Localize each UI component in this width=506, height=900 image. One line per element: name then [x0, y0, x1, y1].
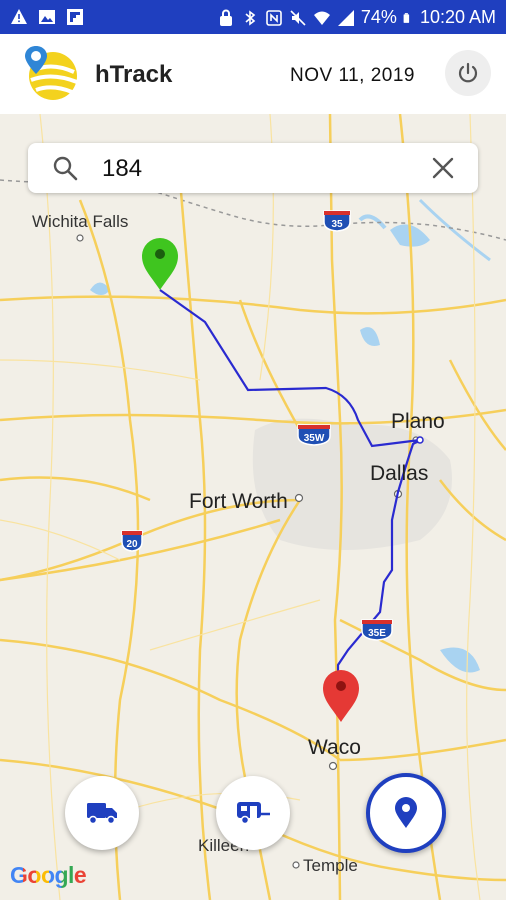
- power-button[interactable]: [445, 50, 491, 96]
- map-label-waco: Waco: [308, 736, 361, 759]
- app-bar: hTrack NOV 11, 2019: [0, 34, 506, 114]
- flipboard-icon: [67, 9, 83, 25]
- interstate-35w-shield: 35W: [296, 424, 332, 446]
- battery-percent: 74%: [360, 7, 397, 27]
- power-icon: [458, 62, 478, 83]
- interstate-35-shield: 35: [322, 210, 352, 232]
- interstate-35e-shield: 35E: [360, 619, 394, 641]
- clock: 10:20 AM: [419, 7, 496, 27]
- svg-text:35E: 35E: [368, 628, 386, 639]
- trailer-button[interactable]: [216, 776, 290, 850]
- map-label-plano: Plano: [391, 410, 445, 433]
- search-input[interactable]: [100, 152, 424, 186]
- interstate-20-shield: 20: [120, 530, 144, 552]
- system-icons: 74% 10:20 AM: [217, 7, 496, 28]
- truck-button[interactable]: [65, 776, 139, 850]
- city-dot-fort-worth: [294, 493, 304, 503]
- signal-icon: [337, 9, 354, 26]
- location-button[interactable]: [366, 773, 446, 853]
- battery-icon: [403, 12, 410, 23]
- mute-icon: [290, 9, 306, 26]
- warning-icon: [11, 9, 27, 24]
- search-bar: [28, 143, 478, 193]
- svg-text:35: 35: [331, 219, 343, 230]
- bluetooth-icon: [245, 9, 256, 26]
- search-icon[interactable]: [52, 155, 78, 181]
- route-waypoint: [416, 436, 424, 444]
- city-dot-temple: [292, 861, 300, 869]
- city-dot-waco: [328, 761, 338, 771]
- river: [418, 198, 491, 262]
- svg-text:35W: 35W: [304, 433, 325, 444]
- end-pin[interactable]: [323, 670, 359, 722]
- map-label-temple: Temple: [303, 856, 358, 875]
- current-date: NOV 11, 2019: [290, 65, 416, 86]
- start-pin[interactable]: [142, 238, 178, 290]
- nfc-icon: [266, 9, 282, 26]
- htrack-logo: [25, 46, 78, 100]
- map-label-wichita-falls: Wichita Falls: [32, 212, 129, 231]
- lake: [440, 647, 480, 673]
- svg-text:20: 20: [126, 539, 138, 550]
- google-logo-text: Google: [10, 862, 87, 888]
- close-icon[interactable]: [430, 155, 456, 181]
- truck-icon: [87, 803, 117, 825]
- map-label-fort-worth: Fort Worth: [189, 490, 288, 513]
- city-dot-wichita-falls: [76, 234, 84, 242]
- wifi-icon: [313, 11, 330, 25]
- status-bar: 74% 10:20 AM: [0, 0, 506, 34]
- google-attribution: Google: [10, 862, 87, 889]
- lake: [360, 327, 380, 346]
- app-title: hTrack: [95, 61, 173, 88]
- lock-icon: [219, 9, 232, 26]
- trailer-icon: [237, 802, 270, 825]
- location-pin-icon: [395, 797, 417, 828]
- map-label-dallas: Dallas: [370, 462, 429, 485]
- image-icon: [39, 10, 55, 24]
- notification-icons: [10, 8, 84, 26]
